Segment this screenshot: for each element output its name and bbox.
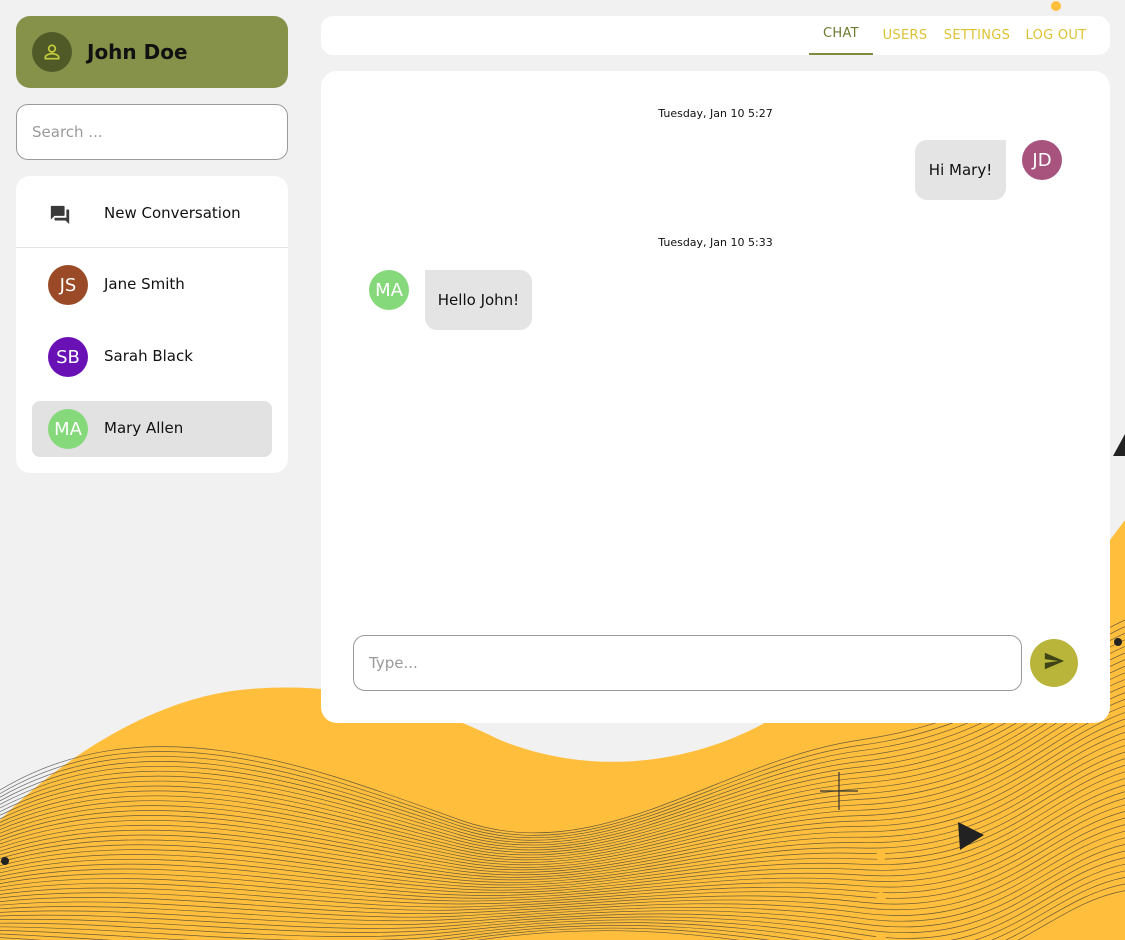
current-user-name: John Doe xyxy=(87,40,188,64)
avatar: SB xyxy=(48,337,88,377)
logout-button[interactable]: LOG OUT xyxy=(1021,16,1091,55)
person-icon xyxy=(32,32,72,72)
message-timestamp: Tuesday, Jan 10 5:33 xyxy=(658,236,773,249)
message-timestamp: Tuesday, Jan 10 5:27 xyxy=(658,107,773,120)
tab-users[interactable]: USERS xyxy=(877,16,933,55)
search-input[interactable] xyxy=(30,122,274,142)
send-icon xyxy=(1043,650,1065,676)
tab-chat[interactable]: CHAT xyxy=(809,16,873,55)
avatar: MA xyxy=(48,409,88,449)
contact-item-jane-smith[interactable]: JS Jane Smith xyxy=(32,257,272,313)
message-input[interactable] xyxy=(367,653,1011,673)
avatar: JS xyxy=(48,265,88,305)
message-bubble-outgoing: Hi Mary! xyxy=(915,140,1006,200)
contact-name: Mary Allen xyxy=(104,419,184,437)
message-composer[interactable] xyxy=(353,635,1022,691)
forum-icon xyxy=(49,204,71,230)
search-field[interactable] xyxy=(16,104,288,160)
contact-name: Jane Smith xyxy=(104,275,185,293)
new-conversation-button[interactable]: New Conversation xyxy=(16,176,288,248)
send-button[interactable] xyxy=(1030,639,1078,687)
contact-item-sarah-black[interactable]: SB Sarah Black xyxy=(32,329,272,385)
new-conversation-label: New Conversation xyxy=(104,204,241,222)
chat-panel: Tuesday, Jan 10 5:27 Hi Mary! JD Tuesday… xyxy=(321,71,1110,723)
avatar: MA xyxy=(369,270,409,310)
contact-name: Sarah Black xyxy=(104,347,193,365)
current-user-card[interactable]: John Doe xyxy=(16,16,288,88)
top-navigation: CHAT USERS SETTINGS LOG OUT xyxy=(321,16,1110,55)
avatar: JD xyxy=(1022,140,1062,180)
message-bubble-incoming: Hello John! xyxy=(425,270,532,330)
conversation-list: New Conversation JS Jane Smith SB Sarah … xyxy=(16,176,288,473)
contact-item-mary-allen[interactable]: MA Mary Allen xyxy=(32,401,272,457)
tab-settings[interactable]: SETTINGS xyxy=(941,16,1013,55)
